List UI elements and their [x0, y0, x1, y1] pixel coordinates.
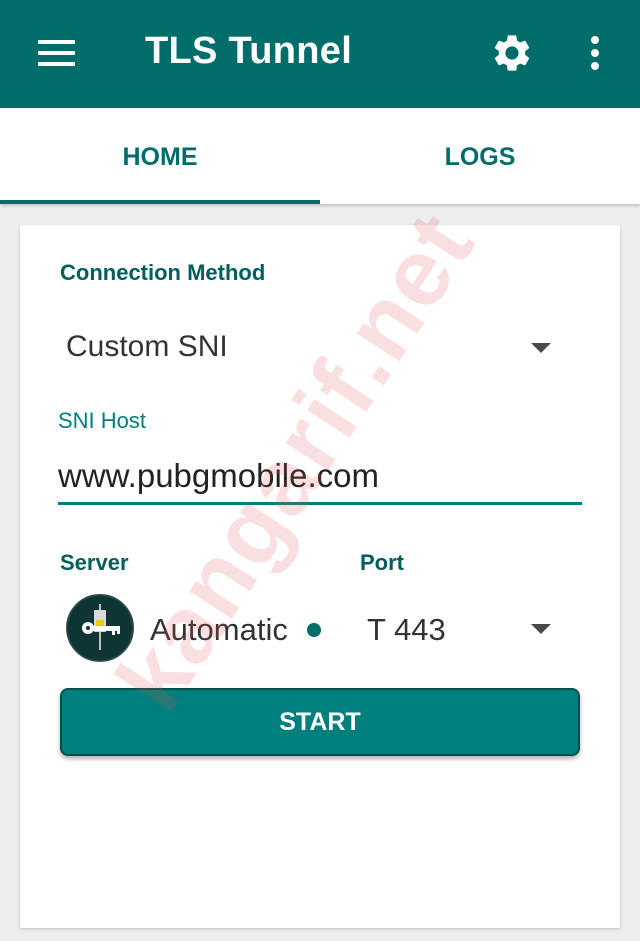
tab-logs[interactable]: LOGS [320, 108, 640, 204]
tab-bar: HOME LOGS [0, 108, 640, 204]
sni-host-input[interactable] [58, 450, 582, 505]
more-vertical-icon[interactable] [588, 36, 602, 70]
dropdown-arrow-icon[interactable] [531, 343, 551, 353]
server-status-dot [307, 623, 321, 637]
tab-home[interactable]: HOME [0, 108, 320, 204]
connection-card: Connection Method Custom SNI SNI Host Se… [20, 225, 620, 928]
dropdown-arrow-icon[interactable] [531, 624, 551, 634]
app-title: TLS Tunnel [145, 30, 353, 72]
server-select[interactable]: Automatic [150, 612, 288, 648]
port-label: Port [360, 550, 404, 575]
sni-host-label: SNI Host [58, 408, 147, 433]
connection-method-label: Connection Method [60, 260, 266, 285]
server-label: Server [60, 550, 129, 575]
server-flag-icon[interactable] [66, 594, 134, 662]
hamburger-menu-icon[interactable] [38, 40, 75, 66]
port-select[interactable]: T 443 [367, 612, 446, 648]
start-button[interactable]: START [60, 688, 580, 756]
app-bar: TLS Tunnel [0, 0, 640, 108]
active-tab-indicator [0, 200, 320, 204]
gear-icon[interactable] [490, 31, 534, 75]
connection-method-select[interactable]: Custom SNI [66, 330, 228, 364]
